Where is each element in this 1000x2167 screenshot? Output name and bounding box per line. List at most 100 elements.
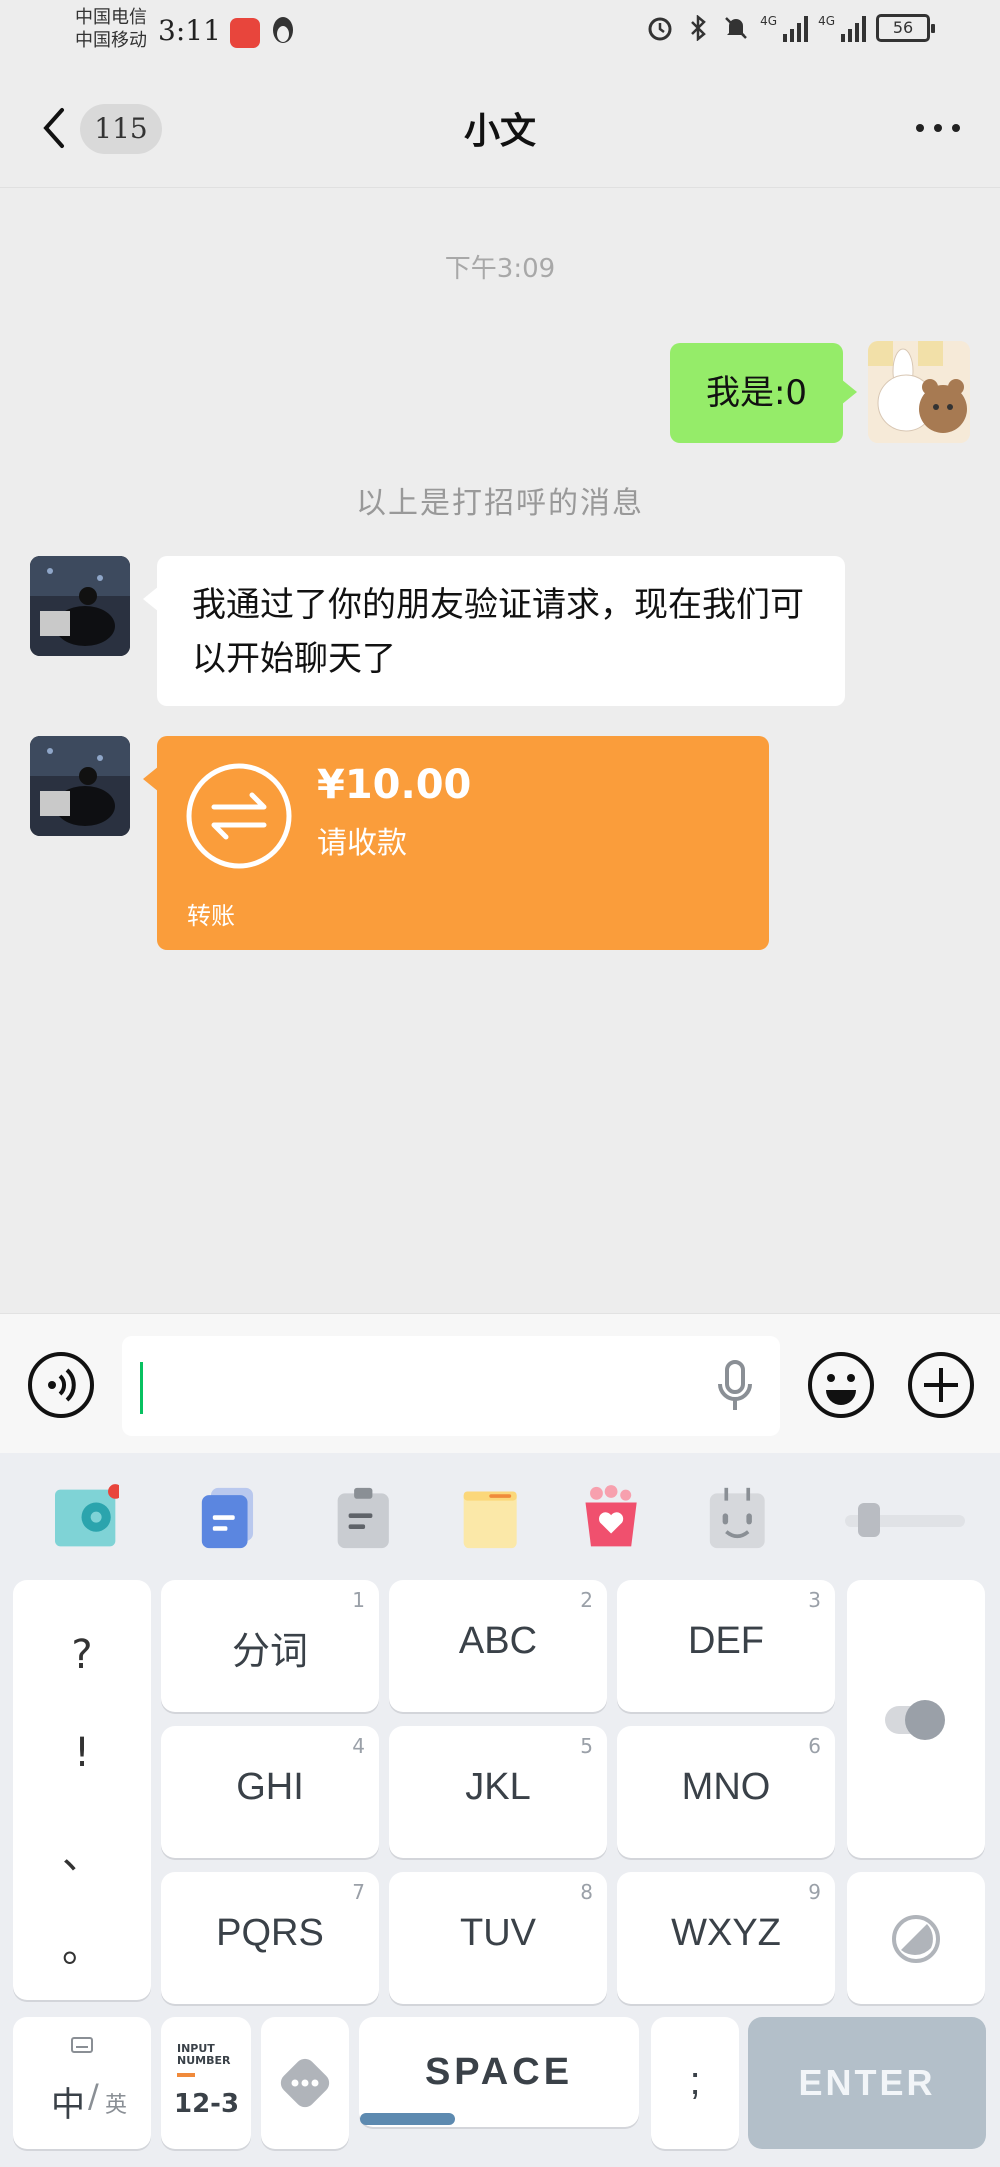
eraser-icon: [892, 1915, 940, 1963]
clipboard-doc-icon[interactable]: [200, 1483, 264, 1553]
number-mode-key[interactable]: INPUT NUMBER 12-3: [161, 2017, 251, 2149]
semicolon-key[interactable]: ;: [651, 2017, 739, 2149]
enter-key[interactable]: ENTER: [748, 2017, 986, 2149]
space-label: SPACE: [424, 2051, 574, 2093]
number-mode-caption: INPUT NUMBER: [177, 2042, 231, 2067]
face-icon[interactable]: [708, 1483, 772, 1553]
more-symbols-key[interactable]: [261, 2017, 349, 2149]
note-icon[interactable]: [460, 1483, 524, 1553]
key-label: 分词: [231, 1631, 308, 1673]
key-2[interactable]: 2 ABC: [389, 1580, 607, 1712]
key-label: TUV: [460, 1912, 536, 1954]
transfer-card[interactable]: ¥10.00 请收款 转账: [143, 736, 769, 950]
shopping-app-icon: [230, 18, 260, 48]
message-timestamp: 下午3:09: [444, 254, 556, 284]
key-number: 2: [580, 1588, 593, 1612]
text-caret: [140, 1362, 143, 1414]
key-number: 7: [352, 1880, 365, 1904]
transfer-amount: ¥10.00: [317, 762, 472, 808]
keyboard-small-icon: [71, 2037, 93, 2053]
space-key[interactable]: SPACE: [359, 2017, 639, 2127]
punctuation-column[interactable]: ? ! 、 。: [13, 1580, 151, 2000]
clear-key[interactable]: [847, 1872, 985, 2004]
key-5[interactable]: 5 JKL: [389, 1726, 607, 1858]
key-label: MNO: [681, 1766, 771, 1808]
key-number: 1: [352, 1588, 365, 1612]
punct-exclaim[interactable]: !: [13, 1730, 151, 1776]
punct-comma[interactable]: 、: [13, 1822, 151, 1880]
signal-1-icon: [783, 14, 809, 42]
carrier-info: 中国电信 中国移动: [75, 6, 147, 52]
friend-avatar[interactable]: [30, 556, 130, 656]
key-number: 6: [808, 1734, 821, 1758]
microphone-icon[interactable]: [715, 1358, 755, 1414]
key-9[interactable]: 9 WXYZ: [617, 1872, 835, 2004]
key-number: 9: [808, 1880, 821, 1904]
space-slide-indicator: [360, 2113, 455, 2125]
key-7[interactable]: 7 PQRS: [161, 1872, 379, 2004]
status-time: 3:11: [158, 14, 221, 47]
friend-avatar[interactable]: [30, 736, 130, 836]
key-number: 5: [580, 1734, 593, 1758]
settings-icon[interactable]: [55, 1483, 119, 1553]
transfer-arrows-icon: [186, 763, 292, 869]
my-avatar[interactable]: [868, 341, 970, 443]
status-icons: 4G 4G 56: [646, 14, 935, 42]
signal-2-icon: [841, 14, 866, 42]
more-dots-key-icon: [280, 2058, 330, 2108]
toggle-icon: [885, 1700, 945, 1740]
bluetooth-icon: [684, 14, 712, 42]
key-label: PQRS: [216, 1912, 324, 1954]
penguin-icon: [273, 17, 293, 43]
carrier-2: 中国移动: [75, 30, 147, 51]
incoming-message-bubble[interactable]: 我通过了你的朋友验证请求，现在我们可以开始聊天了: [143, 556, 845, 706]
message-input-bar: [0, 1313, 1000, 1453]
status-bar: 中国电信 中国移动 3:11 4G 4G 56: [0, 0, 1000, 64]
carrier-1: 中国电信: [75, 7, 147, 28]
key-number: 3: [808, 1588, 821, 1612]
number-mode-underline: [177, 2073, 195, 2077]
toggle-key[interactable]: [847, 1580, 985, 1858]
key-3[interactable]: 3 DEF: [617, 1580, 835, 1712]
clipboard-icon[interactable]: [334, 1483, 398, 1553]
key-label: ABC: [458, 1620, 538, 1662]
key-8[interactable]: 8 TUV: [389, 1872, 607, 2004]
key-1[interactable]: 1 分词: [161, 1580, 379, 1712]
outgoing-message-bubble[interactable]: 我是:0: [670, 343, 857, 443]
lang-main: 中: [51, 2085, 85, 2125]
key-number: 8: [580, 1880, 593, 1904]
alarm-icon: [646, 14, 674, 42]
battery-indicator: 56: [876, 14, 935, 42]
number-mode-label: 12-3: [174, 2089, 240, 2119]
keyboard: ? ! 、 。 1 分词 2 ABC 3 DEF 4 GHI 5 JKL 6 M…: [0, 1453, 1000, 2167]
punct-period[interactable]: 。: [13, 1915, 151, 1973]
network-type-1: 4G: [760, 14, 778, 28]
language-switch-key[interactable]: 中 / 英: [13, 2017, 151, 2149]
key-number: 4: [352, 1734, 365, 1758]
key-label: GHI: [236, 1766, 304, 1808]
mute-icon: [722, 14, 750, 42]
message-list[interactable]: 下午3:09 我是:0 以上是打招呼的消息 我通过了你的朋友验证请求，现在我们可…: [0, 188, 1000, 1313]
lang-slash: /: [88, 2077, 99, 2115]
more-dots-icon[interactable]: [916, 124, 960, 132]
punct-question[interactable]: ?: [13, 1632, 151, 1678]
plus-icon[interactable]: [906, 1350, 976, 1420]
key-label: WXYZ: [671, 1912, 781, 1954]
chat-header: 115 小文: [0, 64, 1000, 188]
voice-icon[interactable]: [26, 1350, 96, 1420]
emoji-icon[interactable]: [806, 1350, 876, 1420]
key-label: DEF: [688, 1620, 764, 1662]
semicolon-label: ;: [689, 2059, 701, 2103]
key-4[interactable]: 4 GHI: [161, 1726, 379, 1858]
key-label: JKL: [465, 1766, 531, 1808]
transfer-note: 请收款: [317, 826, 407, 861]
keyboard-size-slider-thumb[interactable]: [858, 1503, 880, 1537]
key-6[interactable]: 6 MNO: [617, 1726, 835, 1858]
message-input[interactable]: [122, 1336, 780, 1436]
transfer-label: 转账: [187, 902, 235, 930]
gift-heart-icon[interactable]: [580, 1483, 644, 1553]
chat-title: 小文: [463, 111, 536, 152]
lang-alt: 英: [105, 2093, 128, 2118]
network-type-2: 4G: [818, 14, 835, 28]
system-message: 以上是打招呼的消息: [356, 486, 644, 521]
